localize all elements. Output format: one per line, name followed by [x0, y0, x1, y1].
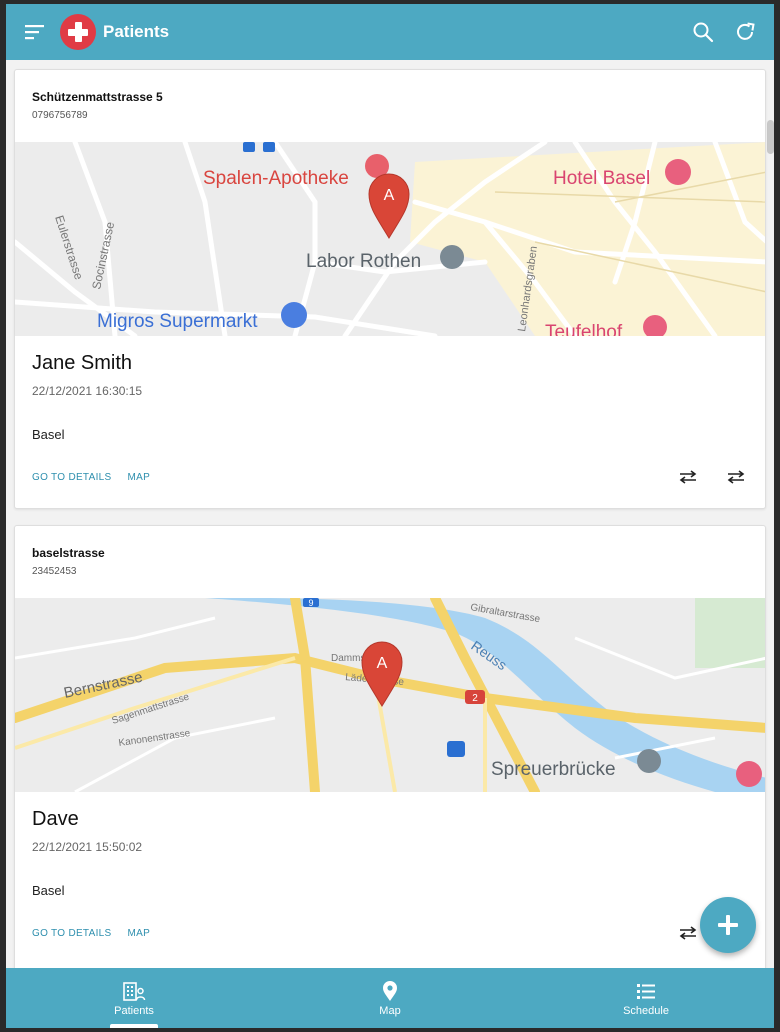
patient-card: Schützenmattstrasse 5 0796756789 Eulerst…: [14, 69, 766, 509]
route-badge: 2: [472, 693, 478, 704]
patient-list[interactable]: Schützenmattstrasse 5 0796756789 Eulerst…: [6, 60, 774, 968]
map-poi-label: Spalen-Apotheke: [203, 168, 349, 189]
supermarket-marker-icon: [281, 302, 307, 328]
map-button[interactable]: MAP: [127, 928, 150, 939]
scrollbar[interactable]: [767, 120, 774, 154]
patient-name: Dave: [32, 808, 79, 830]
pin-label: A: [384, 187, 395, 204]
map-poi-label: Hotel Basel: [553, 168, 650, 189]
patient-map[interactable]: Eulerstrasse Socinstrasse Leonhardsgrabe…: [15, 142, 765, 336]
app-window: Patients Schützenmattstrasse 5 079675678…: [6, 4, 774, 1028]
map-poi-label: Migros Supermarkt: [97, 311, 258, 332]
top-app-bar: Patients: [6, 4, 774, 60]
go-to-details-button[interactable]: GO TO DETAILS: [32, 472, 111, 483]
add-patient-button[interactable]: [700, 897, 756, 953]
map-pin-icon: [383, 981, 397, 1001]
patient-address: Schützenmattstrasse 5: [32, 90, 163, 104]
search-icon[interactable]: [686, 15, 720, 49]
hotel-marker-icon: [736, 761, 762, 787]
lab-marker-icon: [440, 245, 464, 269]
hotel-marker-icon: [665, 159, 691, 185]
card-actions: GO TO DETAILS MAP: [15, 451, 765, 503]
bottom-navigation: Patients Map Schedule: [6, 968, 774, 1028]
swap-horiz-icon[interactable]: [676, 465, 700, 489]
patient-name: Jane Smith: [32, 352, 133, 374]
landmark-marker-icon: [637, 749, 661, 773]
patient-map[interactable]: Bernstrasse Sagenmattstrasse Kanonenstra…: [15, 598, 765, 792]
refresh-icon[interactable]: [728, 15, 762, 49]
card-actions: GO TO DETAILS MAP: [15, 907, 765, 959]
bus-stop-icon: [447, 741, 465, 757]
card-header: baselstrasse 23452453: [15, 526, 765, 598]
app-logo: [60, 14, 96, 50]
nav-label: Patients: [114, 1005, 154, 1017]
nav-item-schedule[interactable]: Schedule: [518, 968, 774, 1028]
page-title: Patients: [103, 22, 170, 41]
map-button[interactable]: MAP: [127, 472, 150, 483]
patient-datetime: 22/12/2021 15:50:02: [32, 840, 143, 854]
pin-label: A: [377, 655, 388, 672]
menu-icon[interactable]: [20, 17, 50, 47]
nav-label: Schedule: [623, 1005, 669, 1017]
nav-label: Map: [379, 1005, 401, 1017]
nav-item-map[interactable]: Map: [262, 968, 518, 1028]
route-badge: 9: [308, 598, 313, 608]
hospital-building-icon: [123, 982, 146, 1001]
map-poi-label: Labor Rothen: [306, 251, 421, 272]
patient-address: baselstrasse: [32, 546, 105, 560]
patient-city: Basel: [32, 883, 65, 898]
nav-item-patients[interactable]: Patients: [6, 968, 262, 1028]
card-body: Jane Smith 22/12/2021 16:30:15 Basel: [15, 336, 765, 442]
patient-city: Basel: [32, 427, 65, 442]
plus-icon: [718, 915, 738, 935]
swap-horiz-icon[interactable]: [724, 465, 748, 489]
patient-card: baselstrasse 23452453 Bernstrasse Sagenm…: [14, 525, 766, 968]
swap-horiz-icon[interactable]: [676, 921, 700, 945]
patient-phone: 23452453: [32, 566, 77, 577]
map-poi-label: Teufelhof: [545, 322, 623, 336]
patient-datetime: 22/12/2021 16:30:15: [32, 384, 143, 398]
go-to-details-button[interactable]: GO TO DETAILS: [32, 928, 111, 939]
card-body: Dave 22/12/2021 15:50:02 Basel: [15, 792, 765, 898]
patient-phone: 0796756789: [32, 110, 88, 121]
map-poi-label: Spreuerbrücke: [491, 759, 616, 780]
card-header: Schützenmattstrasse 5 0796756789: [15, 70, 765, 142]
list-icon: [637, 984, 655, 999]
